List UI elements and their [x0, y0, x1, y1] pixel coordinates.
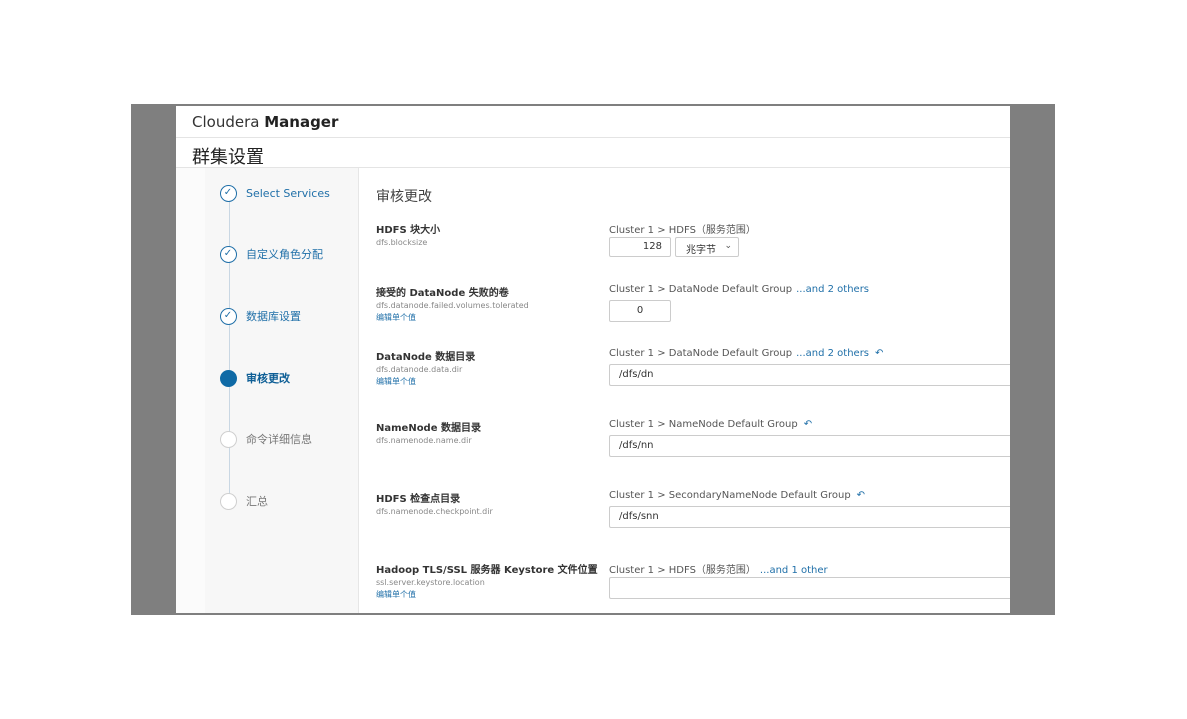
- section-title: 审核更改: [376, 189, 432, 205]
- setting-scope: Cluster 1 > NameNode Default Group ↶: [609, 419, 813, 430]
- blocksize-input[interactable]: 128: [609, 237, 671, 257]
- app-brand: Cloudera Manager: [192, 113, 339, 131]
- step-label: 命令详细信息: [246, 433, 312, 446]
- undo-icon[interactable]: ↶: [875, 348, 883, 359]
- step-label: 自定义角色分配: [246, 248, 323, 261]
- check-icon: ✓: [220, 245, 237, 263]
- wizard-step-role-assignment[interactable]: ✓ 自定义角色分配: [220, 244, 323, 264]
- setting-failed-volumes: 接受的 DataNode 失败的卷 dfs.datanode.failed.vo…: [376, 284, 1010, 323]
- datanode-dir-input[interactable]: /dfs/dn: [609, 364, 1010, 386]
- step-label: 审核更改: [246, 372, 290, 385]
- wizard-step-database-setup[interactable]: ✓ 数据库设置: [220, 306, 301, 326]
- setting-namenode-name-dir: NameNode 数据目录 dfs.namenode.name.dir Clus…: [376, 419, 1010, 457]
- setting-hdfs-blocksize: HDFS 块大小 dfs.blocksize Cluster 1 > HDFS（…: [376, 221, 1010, 257]
- setting-scope: Cluster 1 > HDFS（服务范围） ...and 1 other: [609, 565, 828, 576]
- chevron-down-icon: ⌄: [724, 241, 732, 251]
- setting-datanode-data-dir: DataNode 数据目录 dfs.datanode.data.dir 编辑单个…: [376, 348, 1010, 387]
- more-groups-link[interactable]: ...and 2 others: [796, 348, 869, 359]
- header-divider: [176, 137, 1010, 138]
- check-icon: ✓: [220, 307, 237, 325]
- step-label: 汇总: [246, 495, 268, 508]
- more-groups-link[interactable]: ...and 1 other: [760, 565, 828, 576]
- setting-scope: Cluster 1 > SecondaryNameNode Default Gr…: [609, 490, 866, 501]
- edit-individual-values-link[interactable]: 编辑单个值: [376, 312, 1010, 323]
- sidebar-gutter: [176, 168, 205, 613]
- review-content: 审核更改 HDFS 块大小 dfs.blocksize Cluster 1 > …: [360, 168, 1010, 613]
- setting-scope: Cluster 1 > DataNode Default Group ...and…: [609, 284, 870, 295]
- page-title: 群集设置: [192, 147, 264, 168]
- setting-keystore-location: Hadoop TLS/SSL 服务器 Keystore 文件位置 ssl.ser…: [376, 561, 1010, 600]
- namenode-dir-input[interactable]: /dfs/nn: [609, 435, 1010, 457]
- wizard-step-command-details: 命令详细信息: [220, 429, 312, 449]
- unit-select[interactable]: 兆字节 ⌄: [675, 237, 739, 257]
- failed-volumes-input[interactable]: 0: [609, 300, 671, 322]
- more-groups-link[interactable]: ...and 2 others: [796, 284, 869, 295]
- wizard-step-summary: 汇总: [220, 491, 268, 511]
- check-icon: ✓: [220, 184, 237, 202]
- setting-key: dfs.datanode.failed.volumes.tolerated: [376, 301, 529, 310]
- undo-icon[interactable]: ↶: [857, 490, 865, 501]
- app-window: Cloudera Manager 群集设置 ✓ Select Services …: [176, 106, 1010, 613]
- setting-scope: Cluster 1 > DataNode Default Group ...and…: [609, 348, 884, 359]
- step-label: 数据库设置: [246, 310, 301, 323]
- step-label: Select Services: [246, 186, 330, 200]
- active-step-icon: [220, 369, 237, 387]
- wizard-step-review-changes[interactable]: 审核更改: [220, 368, 290, 388]
- wizard-progress-line: [229, 192, 230, 504]
- pending-step-icon: [220, 430, 237, 448]
- keystore-location-input[interactable]: [609, 577, 1010, 599]
- setting-scope: Cluster 1 > HDFS（服务范围）: [609, 225, 756, 236]
- wizard-step-select-services[interactable]: ✓ Select Services: [220, 183, 330, 203]
- checkpoint-dir-input[interactable]: /dfs/snn: [609, 506, 1010, 528]
- setting-checkpoint-dir: HDFS 检查点目录 dfs.namenode.checkpoint.dir C…: [376, 490, 1010, 528]
- undo-icon[interactable]: ↶: [804, 419, 812, 430]
- pending-step-icon: [220, 492, 237, 510]
